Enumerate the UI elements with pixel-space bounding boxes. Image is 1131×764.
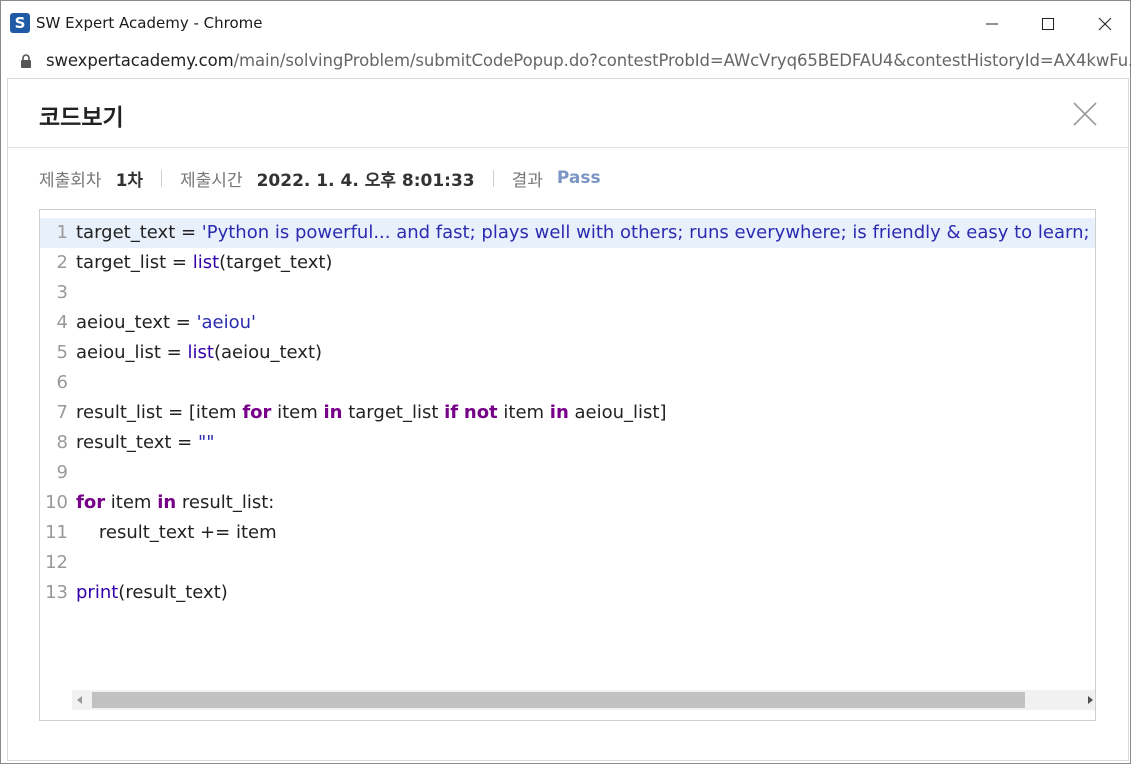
code-token: in bbox=[323, 402, 343, 423]
code-line: 11 result_text += item bbox=[40, 518, 1095, 548]
code-line: 3 bbox=[40, 278, 1095, 308]
scrollbar-thumb[interactable] bbox=[92, 692, 1025, 708]
code-text: for item in result_list: bbox=[76, 488, 274, 518]
code-text: aeiou_list = list(aeiou_text) bbox=[76, 338, 322, 368]
line-number: 7 bbox=[56, 402, 68, 423]
code-token: 'aeiou' bbox=[196, 312, 257, 333]
line-number: 11 bbox=[45, 522, 68, 543]
popup-header: 코드보기 bbox=[8, 79, 1128, 148]
line-number: 5 bbox=[56, 342, 68, 363]
code-text: result_text += item bbox=[76, 518, 277, 548]
line-number: 10 bbox=[45, 492, 68, 513]
code-text: aeiou_text = 'aeiou' bbox=[76, 308, 256, 338]
horizontal-scrollbar[interactable] bbox=[72, 690, 1095, 710]
code-token: item bbox=[105, 492, 158, 513]
close-icon bbox=[1098, 17, 1112, 30]
result-label: 결과 bbox=[511, 170, 543, 191]
code-token: aeiou_list = bbox=[76, 342, 188, 363]
lock-icon bbox=[21, 54, 31, 68]
code-text: result_text = "" bbox=[76, 428, 215, 458]
code-line: 2 target_list = list(target_text) bbox=[40, 248, 1095, 278]
code-line: 10 for item in result_list: bbox=[40, 488, 1095, 518]
line-number: 4 bbox=[56, 312, 68, 333]
code-line: 6 bbox=[40, 368, 1095, 398]
code-line: 8 result_text = "" bbox=[40, 428, 1095, 458]
code-token: result_text = bbox=[76, 432, 198, 453]
scroll-left-arrow-icon[interactable] bbox=[77, 696, 82, 704]
line-number: 1 bbox=[56, 222, 68, 243]
code-token: print bbox=[76, 582, 119, 603]
browser-window: S SW Expert Academy - Chrome swexpertaca… bbox=[0, 0, 1131, 764]
code-viewer[interactable]: 1 target_text = 'Python is powerful... an… bbox=[39, 209, 1096, 721]
code-token: target_text = bbox=[76, 222, 202, 243]
minimize-icon bbox=[986, 23, 998, 24]
submission-count-label: 제출회차 bbox=[39, 170, 102, 191]
code-token: item bbox=[497, 402, 550, 423]
line-number: 6 bbox=[56, 372, 68, 393]
result-status-badge: Pass bbox=[556, 168, 601, 188]
code-token: target_list = bbox=[76, 252, 193, 273]
code-text: print(result_text) bbox=[76, 578, 228, 608]
line-number: 3 bbox=[56, 282, 68, 303]
code-text: target_list = list(target_text) bbox=[76, 248, 332, 278]
close-popup-icon[interactable] bbox=[1072, 101, 1098, 127]
line-number: 2 bbox=[56, 252, 68, 273]
popup-title: 코드보기 bbox=[39, 105, 124, 131]
maximize-button[interactable] bbox=[1019, 1, 1077, 46]
code-token: list bbox=[192, 252, 220, 273]
code-token: result_text += item bbox=[76, 522, 277, 543]
submission-meta: 제출회차 1차 제출시간 2022. 1. 4. 오후 8:01:33 결과 P… bbox=[39, 166, 601, 191]
code-token: result_list = [item bbox=[76, 402, 243, 423]
code-text: target_text = 'Python is powerful... and… bbox=[76, 218, 1096, 248]
url-text[interactable]: swexpertacademy.com/main/solvingProblem/… bbox=[46, 51, 1131, 70]
code-token: aeiou_text = bbox=[76, 312, 197, 333]
code-token: in bbox=[549, 402, 569, 423]
divider bbox=[492, 169, 494, 187]
close-window-button[interactable] bbox=[1076, 1, 1131, 46]
code-token: aeiou_list] bbox=[568, 402, 667, 423]
code-token: list bbox=[187, 342, 214, 363]
code-text: result_list = [item for item in target_l… bbox=[76, 398, 667, 428]
code-lines: 1 target_text = 'Python is powerful... an… bbox=[40, 218, 1095, 608]
url-domain: swexpertacademy.com bbox=[46, 51, 234, 70]
divider bbox=[161, 169, 163, 187]
line-number: 9 bbox=[56, 462, 68, 483]
code-token: target_list bbox=[342, 402, 445, 423]
swea-logo-icon: S bbox=[10, 13, 30, 33]
submission-time-label: 제출시간 bbox=[180, 170, 243, 191]
code-token: (aeiou_text) bbox=[213, 342, 323, 363]
code-token: for bbox=[242, 402, 272, 423]
line-number: 13 bbox=[45, 582, 68, 603]
scroll-right-arrow-icon[interactable] bbox=[1088, 696, 1093, 704]
submission-count-value: 1차 bbox=[115, 170, 144, 191]
submission-time-value: 2022. 1. 4. 오후 8:01:33 bbox=[256, 170, 475, 191]
minimize-button[interactable] bbox=[963, 1, 1021, 46]
code-line: 5 aeiou_list = list(aeiou_text) bbox=[40, 338, 1095, 368]
code-token: item bbox=[271, 402, 324, 423]
code-line: 4 aeiou_text = 'aeiou' bbox=[40, 308, 1095, 338]
code-token: in bbox=[157, 492, 177, 513]
line-number: 12 bbox=[45, 552, 68, 573]
code-line: 9 bbox=[40, 458, 1095, 488]
address-bar[interactable]: swexpertacademy.com/main/solvingProblem/… bbox=[1, 46, 1131, 76]
code-token: not bbox=[463, 402, 498, 423]
line-number: 8 bbox=[56, 432, 68, 453]
code-line: 7 result_list = [item for item in target_… bbox=[40, 398, 1095, 428]
code-token: "" bbox=[197, 432, 215, 453]
code-line: 12 bbox=[40, 548, 1095, 578]
code-line: 1 target_text = 'Python is powerful... an… bbox=[40, 218, 1095, 248]
code-token: result_list: bbox=[176, 492, 275, 513]
code-token: for bbox=[76, 492, 106, 513]
url-path: /main/solvingProblem/submitCodePopup.do?… bbox=[233, 51, 1131, 70]
maximize-icon bbox=[1042, 17, 1054, 30]
code-token: 'Python is powerful... and fast; plays w… bbox=[201, 222, 1096, 243]
code-line: 13 print(result_text) bbox=[40, 578, 1095, 608]
code-token: (result_text) bbox=[118, 582, 228, 603]
code-token: (target_text) bbox=[219, 252, 333, 273]
window-title: SW Expert Academy - Chrome bbox=[36, 14, 263, 32]
code-view-popup: 코드보기 제출회차 1차 제출시간 2022. 1. 4. 오후 8:01:33… bbox=[7, 78, 1129, 761]
title-bar: S SW Expert Academy - Chrome bbox=[1, 1, 1130, 46]
code-token: if bbox=[444, 402, 459, 423]
